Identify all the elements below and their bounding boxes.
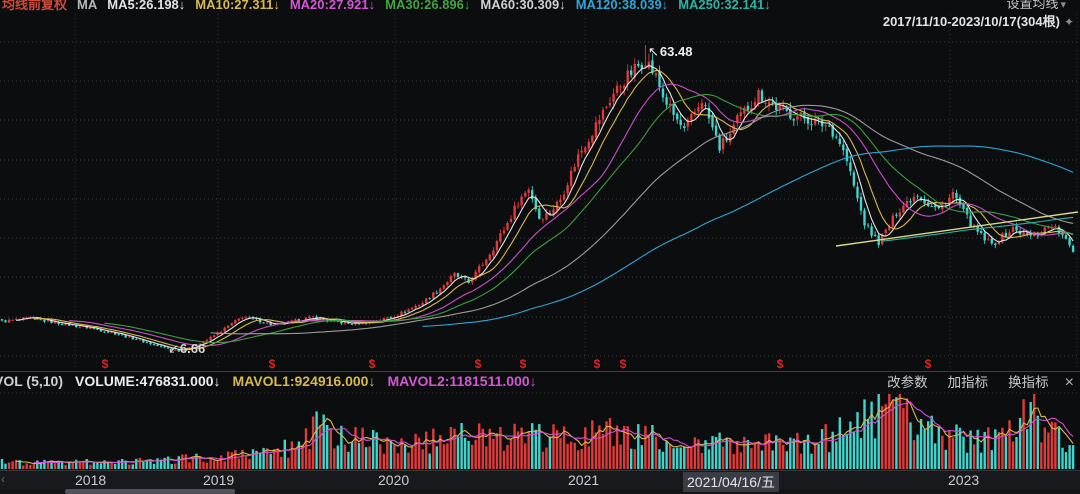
ma-value-token: MA30:26.896↓ bbox=[385, 0, 471, 12]
volume-value-token: VOL (5,10) bbox=[0, 373, 63, 389]
volume-indicator-header: VOL (5,10) VOLUME:476831.000↓ MAVOL1:92491… bbox=[0, 371, 1080, 392]
svg-text:$: $ bbox=[475, 357, 482, 371]
ma-value-token: MA250:32.141↓ bbox=[678, 0, 771, 12]
svg-text:$: $ bbox=[594, 357, 601, 371]
axis-year-label: 2020 bbox=[378, 472, 410, 488]
ma-value-token: MA5:26.198↓ bbox=[107, 0, 186, 12]
date-range-row: 2017/11/10-2023/10/17(304根) ✦ bbox=[883, 11, 1074, 30]
volume-value-token: MAVOL1:924916.000↓ bbox=[232, 373, 376, 389]
indicator-action-button[interactable]: 换指标 bbox=[1008, 375, 1049, 390]
axis-year-label: 2023 bbox=[948, 472, 980, 488]
close-icon[interactable]: × bbox=[1065, 374, 1074, 391]
chevron-down-icon: ▾ bbox=[1060, 0, 1066, 11]
svg-text:$: $ bbox=[269, 357, 276, 371]
scrollbar-thumb[interactable] bbox=[65, 489, 235, 494]
volume-values: VOL (5,10) VOLUME:476831.000↓ MAVOL1:92491… bbox=[0, 373, 549, 389]
volume-chart-svg[interactable] bbox=[0, 390, 1080, 470]
volume-value-token: MAVOL2:1181511.000↓ bbox=[387, 373, 537, 389]
ma-indicator-header: 均线前复权 MA MA5:26.198↓ MA10:27.311↓ MA20:27.92… bbox=[2, 0, 781, 13]
arrow-up-left-icon: ↖ bbox=[648, 44, 659, 59]
date-range-label: 2017/11/10-2023/10/17(304根) bbox=[882, 14, 1060, 29]
ma-value-token: MA20:27.921↓ bbox=[289, 0, 376, 12]
ma-value-token: MA bbox=[77, 0, 98, 12]
axis-year-label: 2021 bbox=[568, 472, 600, 488]
stock-chart-window: $ $ $ $ $ $ $ $ $ 均线前复权 MA MA5:26.198↓ MA10:27.311↓… bbox=[0, 0, 1080, 494]
price-pane[interactable]: $ $ $ $ $ $ $ $ $ 均线前复权 MA MA5:26.198↓ MA10:27.311↓… bbox=[0, 0, 1080, 371]
ma-value-token: MA60:30.309↓ bbox=[480, 0, 566, 12]
svg-text:$: $ bbox=[102, 357, 109, 371]
crosshair-date-label: 2021/04/16/五 bbox=[683, 472, 779, 492]
svg-text:$: $ bbox=[925, 357, 932, 371]
ma-value-token: MA10:27.311↓ bbox=[195, 0, 280, 12]
low-price-annotation: ↙6.66 bbox=[168, 341, 205, 357]
low-price-value: 6.66 bbox=[179, 341, 206, 356]
indicator-actions: 改参数 加指标 换指标 × bbox=[867, 371, 1074, 392]
chart-scrollbar[interactable] bbox=[0, 489, 1080, 494]
set-ma-label: 设置均线 bbox=[1006, 0, 1059, 11]
time-axis: ‹ 2018 2019 2020 2021 2021/04/16/五 2023 bbox=[0, 470, 1080, 492]
axis-corner-icon: ‹ bbox=[1, 472, 5, 486]
axis-year-label: 2019 bbox=[203, 472, 235, 488]
ma-value-token: MA120:38.039↓ bbox=[575, 0, 669, 12]
ma-value-token: 均线前复权 bbox=[2, 0, 68, 12]
svg-text:$: $ bbox=[369, 357, 376, 371]
volume-value-token: VOLUME:476831.000↓ bbox=[75, 373, 221, 389]
svg-text:$: $ bbox=[777, 357, 784, 371]
indicator-action-button[interactable]: 改参数 bbox=[887, 375, 928, 390]
svg-text:$: $ bbox=[520, 357, 527, 371]
high-price-annotation: ↖63.48 bbox=[648, 44, 692, 60]
high-price-value: 63.48 bbox=[659, 44, 693, 59]
arrow-down-left-icon: ↙ bbox=[168, 341, 179, 356]
pin-icon[interactable]: ✦ bbox=[1064, 15, 1074, 29]
price-chart-svg[interactable]: $ $ $ $ $ $ $ $ $ bbox=[0, 0, 1080, 371]
axis-year-label: 2018 bbox=[75, 472, 107, 488]
indicator-action-button[interactable]: 加指标 bbox=[948, 375, 989, 390]
svg-text:$: $ bbox=[620, 357, 627, 371]
